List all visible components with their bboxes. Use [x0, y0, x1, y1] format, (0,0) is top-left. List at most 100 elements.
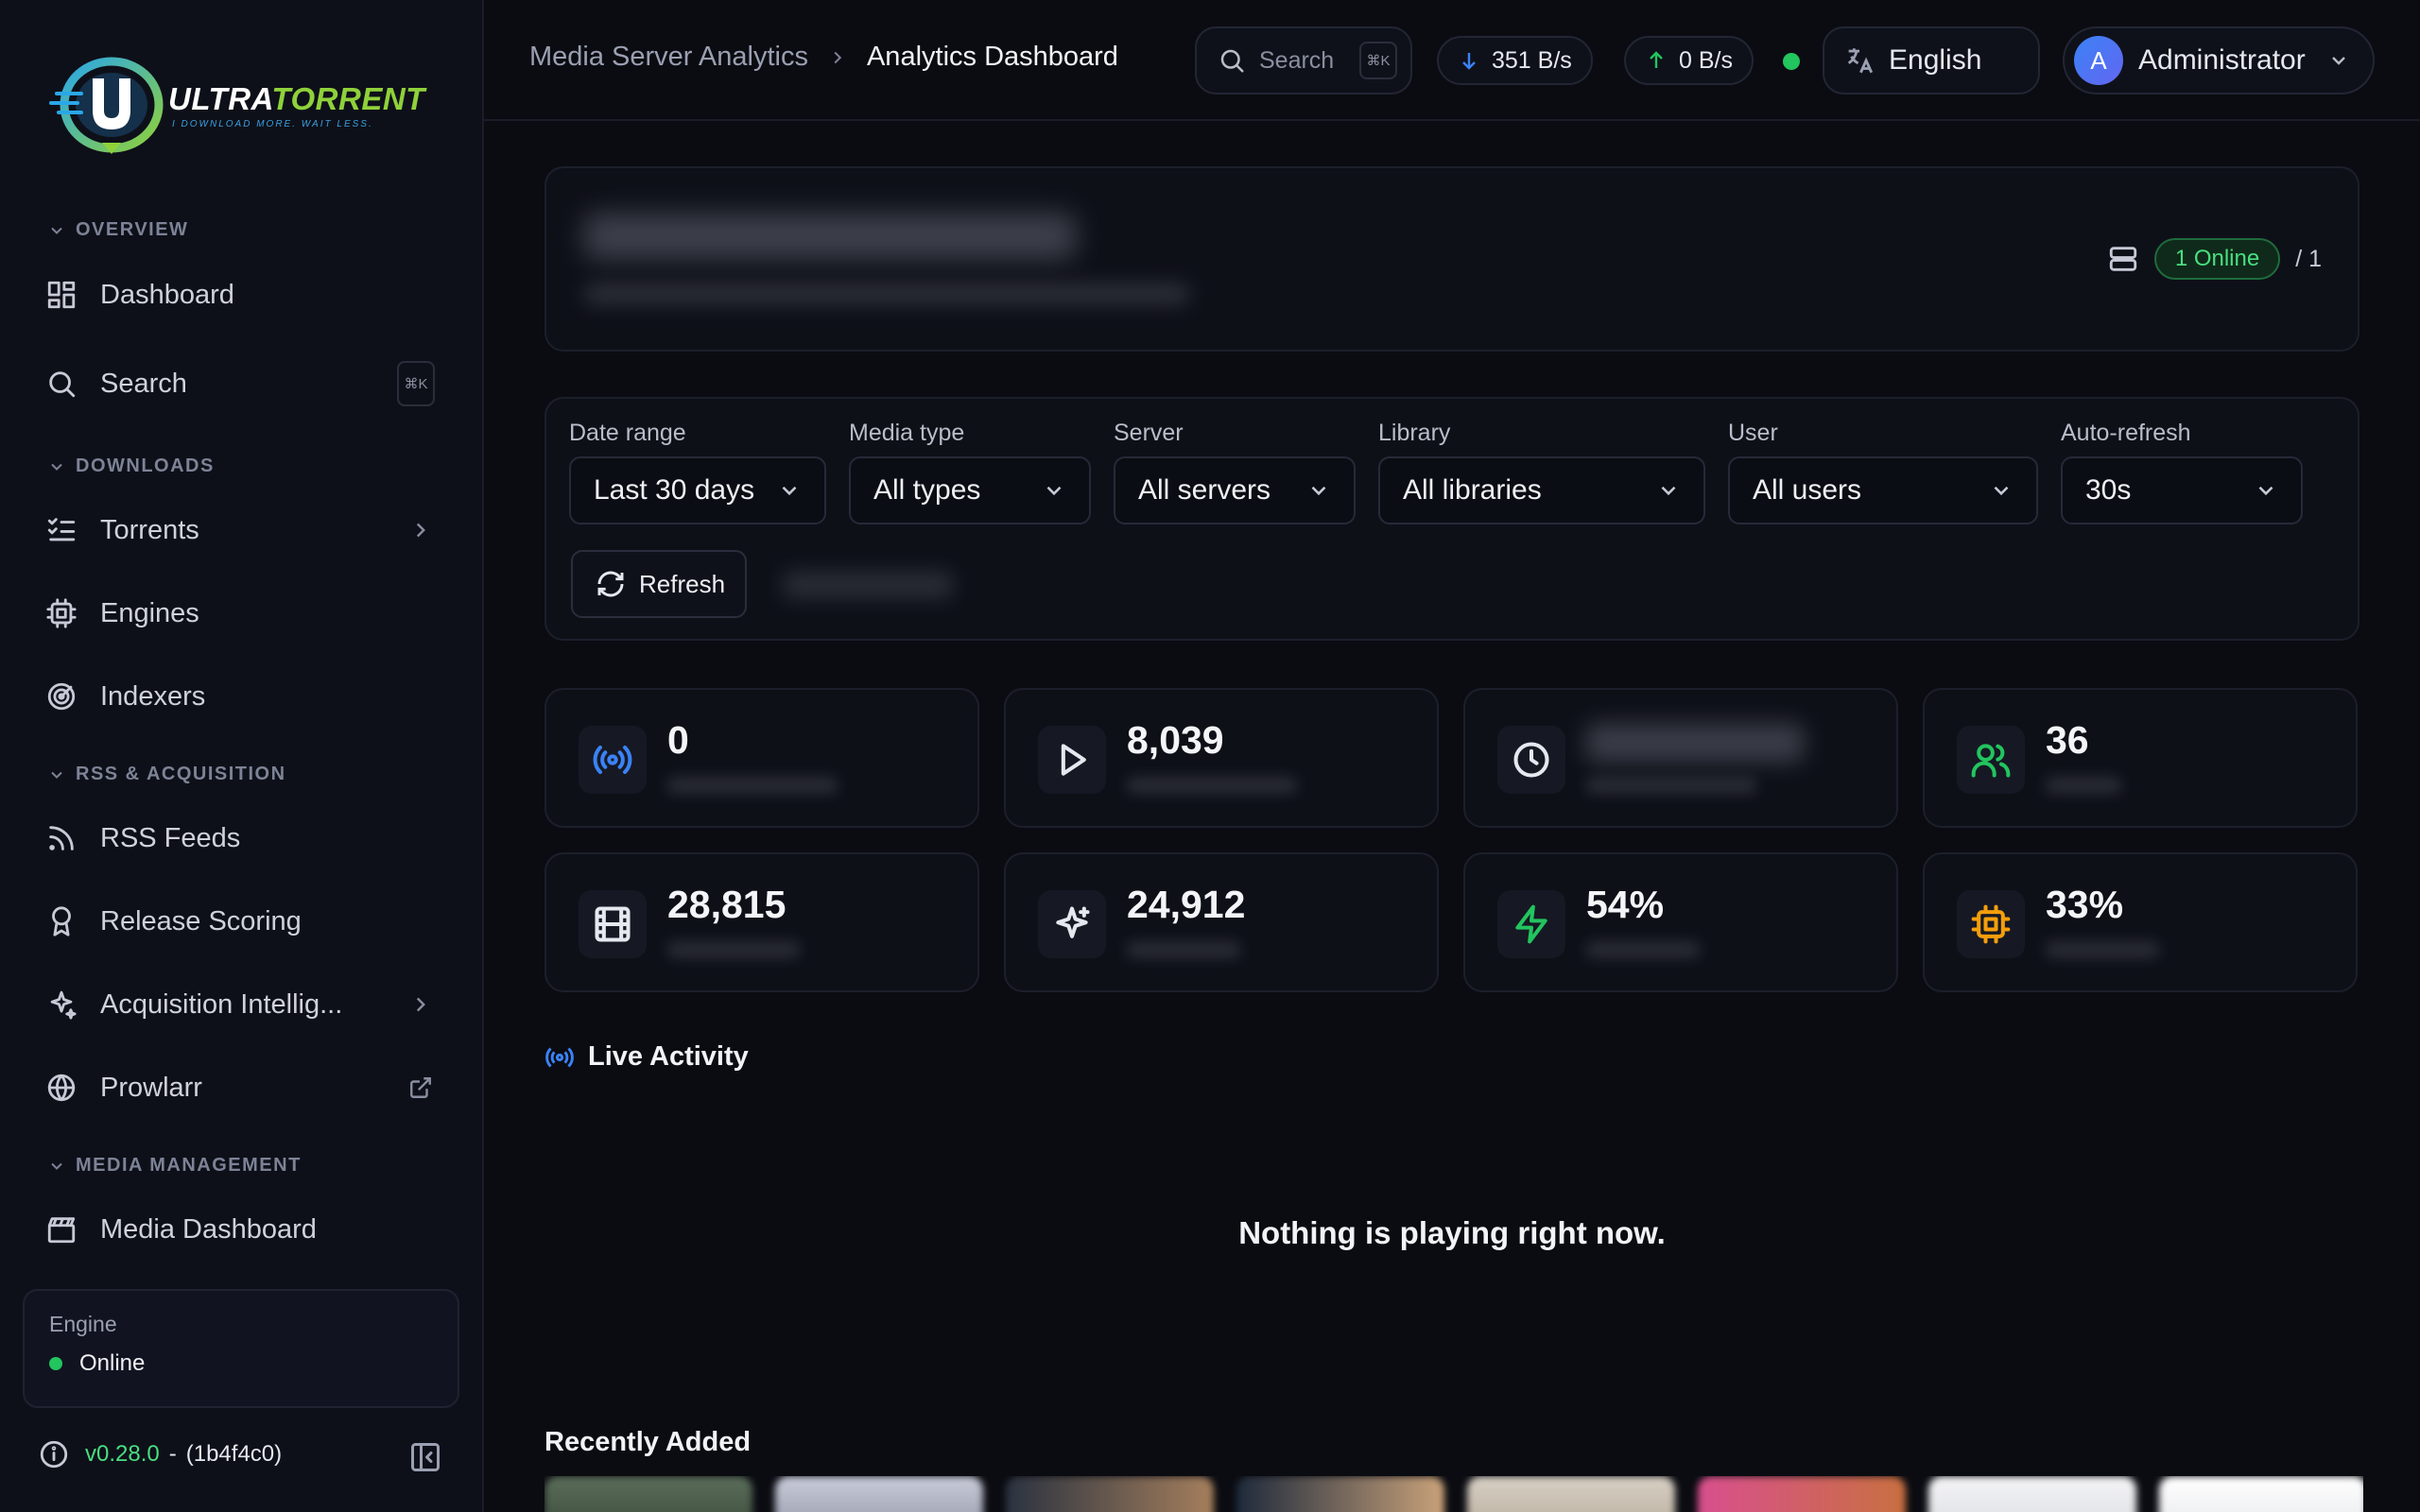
global-search-button[interactable]: Search ⌘K — [1195, 26, 1412, 94]
page-subtitle-blurred — [584, 284, 1189, 304]
section-overview-toggle[interactable]: OVERVIEW — [47, 219, 188, 241]
sidebar-item-label: Torrents — [100, 514, 199, 545]
version-number: v0.28.0 — [85, 1441, 160, 1467]
export-button-blurred[interactable] — [783, 571, 953, 599]
breadcrumb: Media Server Analytics Analytics Dashboa… — [529, 42, 1118, 73]
media-thumbnail[interactable] — [1236, 1476, 1444, 1512]
sidebar-item-dashboard[interactable]: Dashboard — [23, 263, 444, 327]
cpu-icon — [1971, 904, 2011, 944]
auto-refresh-select[interactable]: 30s — [2061, 456, 2303, 524]
stat-card-users: 36 — [1923, 688, 2358, 828]
media-thumbnail[interactable] — [2159, 1476, 2363, 1512]
search-icon — [49, 371, 76, 398]
library-select[interactable]: All libraries — [1378, 456, 1705, 524]
play-icon — [1061, 744, 1086, 776]
sidebar-item-torrents[interactable]: Torrents — [23, 498, 444, 562]
filter-library: Library All libraries — [1378, 420, 1705, 524]
stat-card-direct-play: 54% — [1463, 852, 1898, 992]
sidebar-item-label: RSS Feeds — [100, 822, 241, 853]
clock-icon — [1513, 742, 1549, 778]
select-value: All libraries — [1403, 474, 1542, 506]
stat-value: 36 — [2046, 718, 2089, 762]
date-range-select[interactable]: Last 30 days — [569, 456, 826, 524]
broadcast-icon — [593, 745, 632, 775]
chevron-down-icon — [1311, 486, 1326, 496]
status-badge: 1 Online — [2153, 238, 2281, 280]
sidebar-item-label: Dashboard — [100, 279, 234, 310]
stat-card-unique-items: 24,912 — [1004, 852, 1439, 992]
sidebar-item-rss-feeds[interactable]: RSS Feeds — [23, 806, 444, 870]
media-thumbnail[interactable] — [1467, 1476, 1675, 1512]
section-downloads-toggle[interactable]: DOWNLOADS — [47, 455, 215, 477]
sidebar-item-indexers[interactable]: Indexers — [23, 664, 444, 729]
recently-added-heading: Recently Added — [544, 1427, 752, 1457]
upload-speed: 0 B/s — [1679, 46, 1733, 74]
user-menu[interactable]: A Administrator — [2063, 26, 2375, 94]
chevron-down-icon — [1661, 486, 1676, 496]
upload-speed-badge: 0 B/s — [1624, 36, 1754, 85]
server-status: 1 Online / 1 — [2107, 238, 2322, 280]
globe-icon — [47, 1074, 76, 1102]
sidebar-item-prowlarr[interactable]: Prowlarr — [23, 1056, 444, 1120]
logo-badge-icon — [43, 52, 166, 158]
arrow-up-icon — [1650, 51, 1663, 68]
filter-label: Date range — [569, 420, 686, 446]
download-speed-badge: 351 B/s — [1437, 36, 1593, 85]
page-title-blurred — [584, 214, 1076, 259]
stat-card-media-items: 28,815 — [544, 852, 979, 992]
language-label: English — [1889, 44, 1982, 76]
filter-label: Library — [1378, 420, 1451, 446]
arrow-down-icon — [1462, 53, 1476, 70]
filters-panel: Date range Last 30 days Media type All t… — [544, 397, 2360, 641]
media-thumbnail[interactable] — [544, 1476, 752, 1512]
section-media-toggle[interactable]: MEDIA MANAGEMENT — [47, 1155, 302, 1177]
stat-card-transcode: 33% — [1923, 852, 2358, 992]
media-thumbnail[interactable] — [1928, 1476, 2136, 1512]
language-selector[interactable]: English — [1823, 26, 2040, 94]
media-thumbnail[interactable] — [775, 1476, 983, 1512]
sidebar-item-search[interactable]: Search ⌘K — [23, 352, 444, 416]
section-rss-toggle[interactable]: RSS & ACQUISITION — [47, 764, 286, 785]
version-info: v0.28.0 - (1b4f4c0) — [38, 1438, 282, 1470]
sidebar-item-engines[interactable]: Engines — [23, 581, 444, 645]
sparkle-icon — [1056, 906, 1090, 938]
stat-label-blurred — [1586, 777, 1756, 794]
media-type-select[interactable]: All types — [849, 456, 1091, 524]
engine-status: Online — [79, 1350, 146, 1376]
filter-date-range: Date range Last 30 days — [569, 420, 826, 524]
stat-label-blurred — [667, 941, 800, 958]
shortcut-badge: ⌘K — [1359, 42, 1397, 79]
chevron-down-icon — [51, 227, 62, 234]
radar-icon — [47, 682, 76, 711]
logo-tagline: I DOWNLOAD MORE. WAIT LESS. — [172, 118, 373, 129]
stat-label-blurred — [2046, 777, 2121, 794]
info-icon[interactable] — [38, 1438, 70, 1470]
breadcrumb-parent[interactable]: Media Server Analytics — [529, 42, 808, 73]
sidebar-item-label: Engines — [100, 597, 199, 628]
user-select[interactable]: All users — [1728, 456, 2038, 524]
chevron-down-icon — [2332, 57, 2345, 65]
server-select[interactable]: All servers — [1114, 456, 1356, 524]
sidebar-item-release-scoring[interactable]: Release Scoring — [23, 889, 444, 954]
section-title: DOWNLOADS — [76, 455, 215, 476]
panel-left-close-icon — [411, 1443, 440, 1471]
server-total: / 1 — [2295, 245, 2322, 272]
sidebar-item-acquisition-intelligence[interactable]: Acquisition Intellig... — [23, 972, 444, 1037]
section-title: MEDIA MANAGEMENT — [76, 1155, 302, 1176]
app-logo[interactable]: ULTRATORRENT I DOWNLOAD MORE. WAIT LESS. — [43, 43, 450, 166]
section-title: RSS & ACQUISITION — [76, 764, 286, 784]
version-commit: (1b4f4c0) — [185, 1441, 283, 1467]
external-link-icon — [410, 1077, 431, 1098]
stat-card-active-streams: 0 — [544, 688, 979, 828]
sidebar-item-label: Acquisition Intellig... — [100, 988, 343, 1020]
stat-card-total-plays: 8,039 — [1004, 688, 1439, 828]
sidebar-item-media-dashboard[interactable]: Media Dashboard — [23, 1197, 444, 1262]
stat-label-blurred — [1586, 941, 1700, 958]
media-thumbnail[interactable] — [1698, 1476, 1906, 1512]
chevron-right-icon — [416, 997, 425, 1012]
collapse-sidebar-button[interactable] — [408, 1440, 442, 1474]
rss-icon — [49, 826, 74, 850]
chevron-down-icon — [782, 486, 797, 496]
refresh-button[interactable]: Refresh — [571, 550, 747, 618]
media-thumbnail[interactable] — [1006, 1476, 1214, 1512]
